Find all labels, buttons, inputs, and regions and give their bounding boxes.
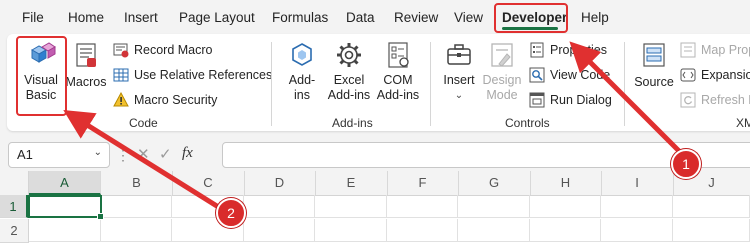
arrow-to-developer-tab <box>569 41 683 155</box>
arrow-to-visual-basic <box>63 110 223 211</box>
callout-badge-2: 2 <box>216 198 246 228</box>
callout-badge-1: 1 <box>671 149 701 179</box>
annotation-arrows <box>63 41 683 211</box>
